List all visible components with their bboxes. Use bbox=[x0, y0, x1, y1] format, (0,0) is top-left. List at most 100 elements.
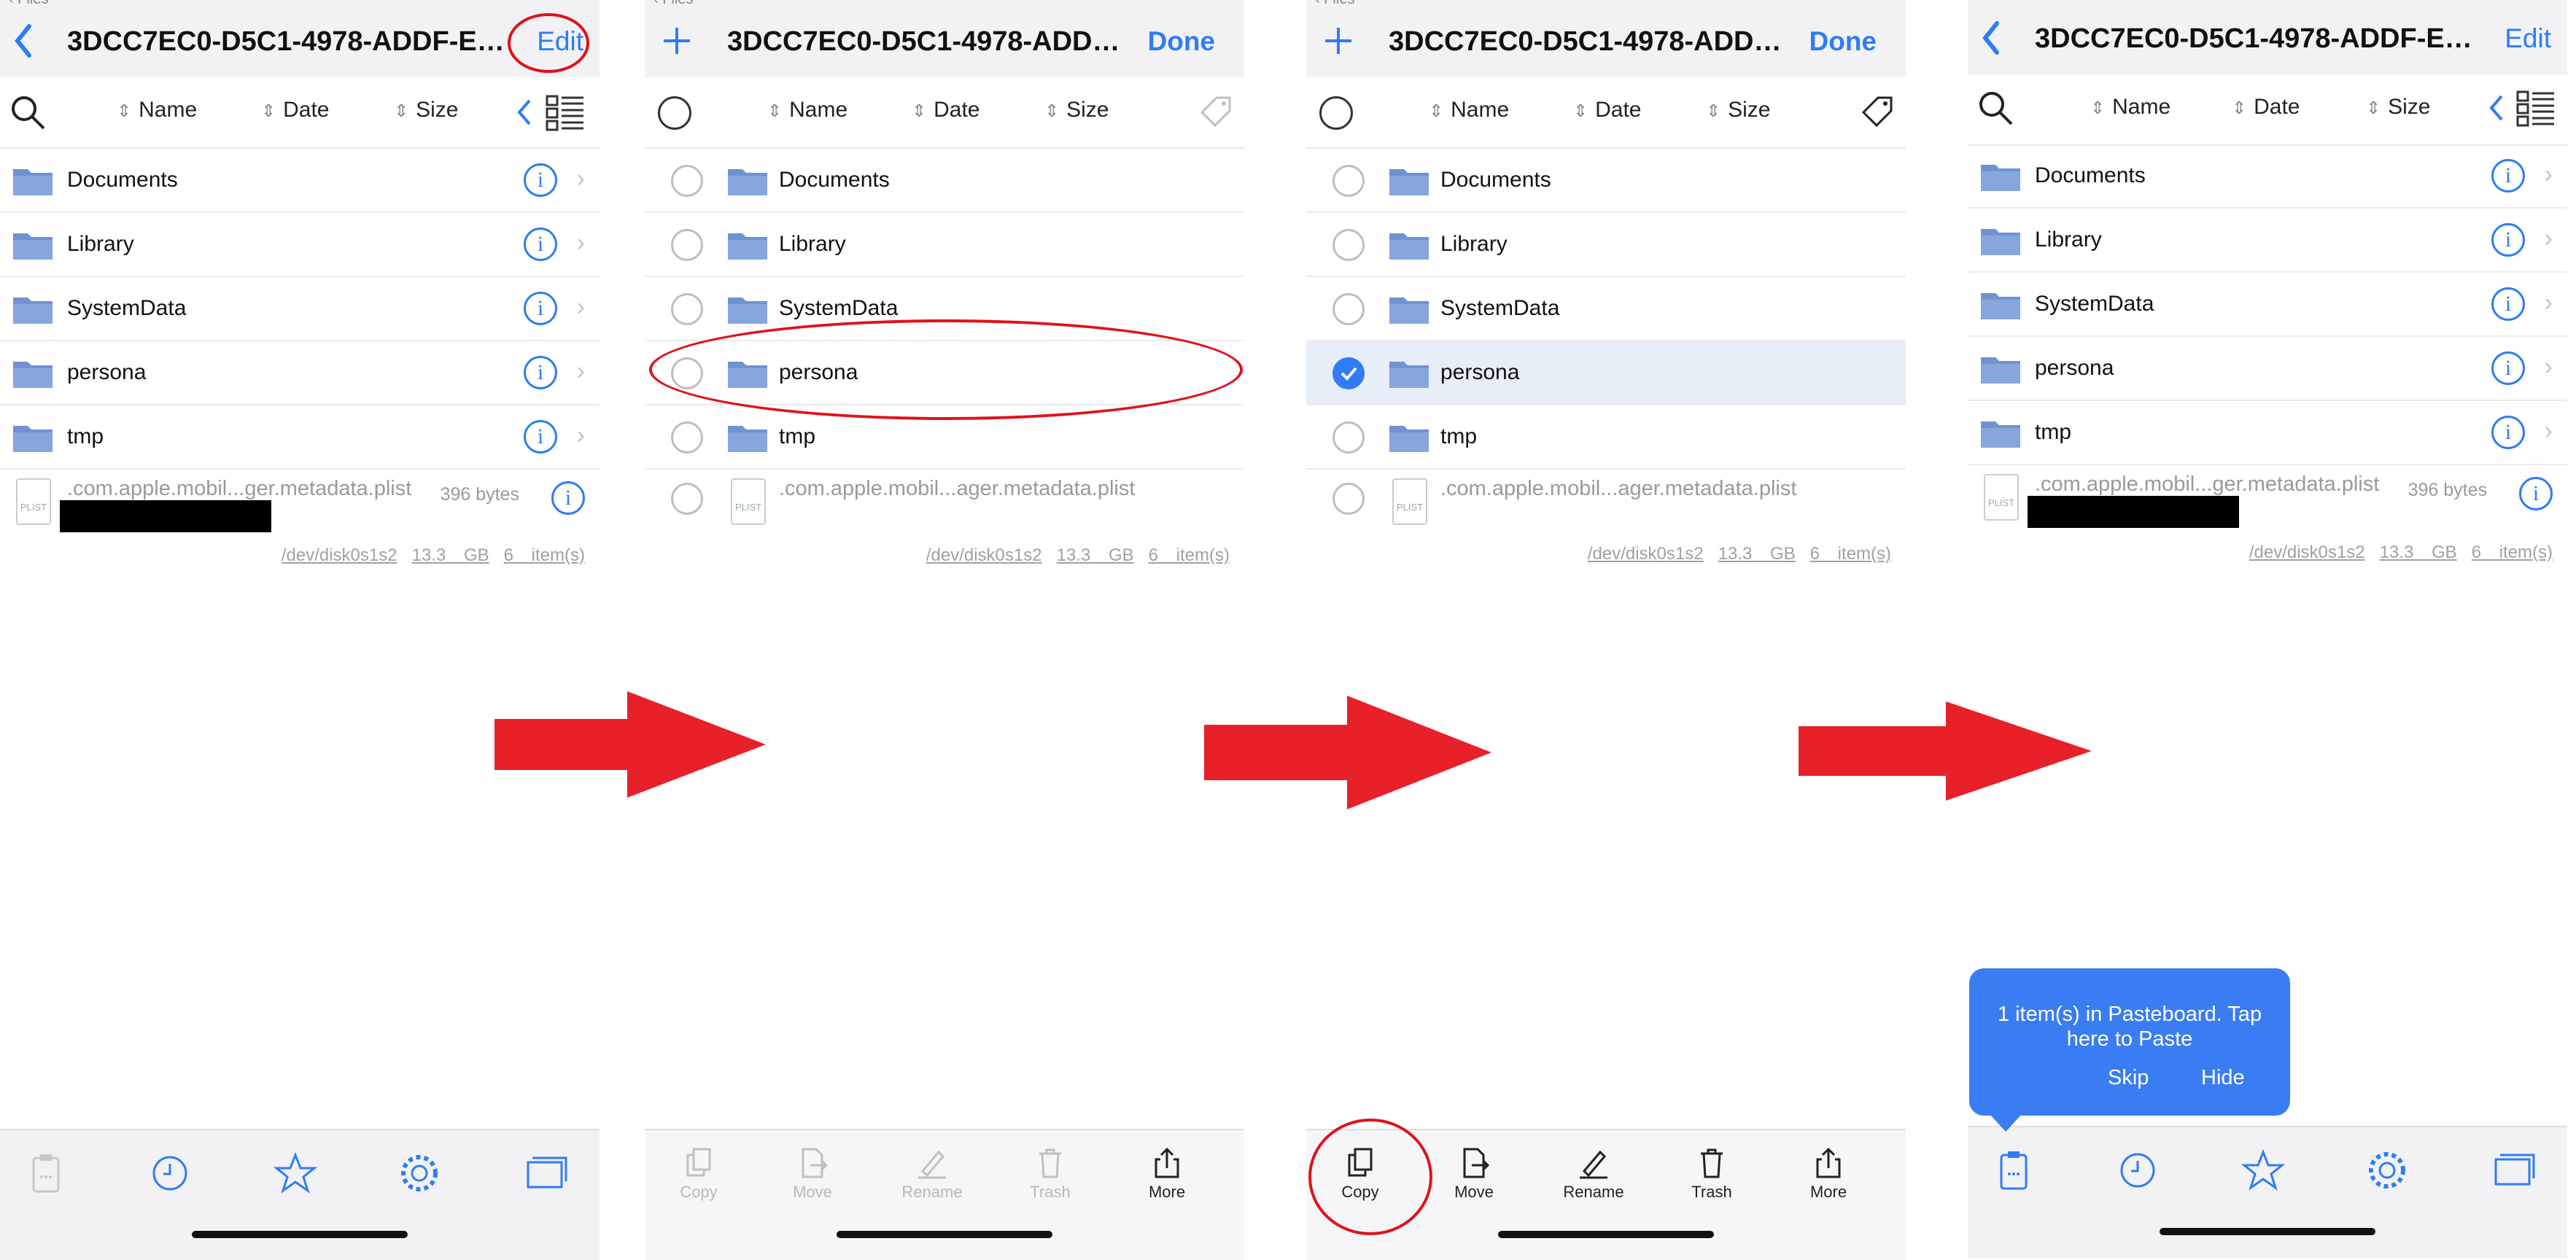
capacity[interactable]: 13.3 GB bbox=[2380, 542, 2457, 562]
sort-size-button[interactable]: ⇕ Size bbox=[1706, 98, 1770, 122]
list-item[interactable]: tmp i › bbox=[1968, 401, 2567, 465]
capacity[interactable]: 13.3 GB bbox=[1718, 544, 1796, 564]
sort-date-button[interactable]: ⇕ Date bbox=[2232, 95, 2300, 120]
select-toggle[interactable] bbox=[1332, 421, 1365, 454]
sort-size-button[interactable]: ⇕ Size bbox=[2366, 95, 2430, 120]
skip-button[interactable]: Skip bbox=[2108, 1066, 2149, 1090]
sort-date-button[interactable]: ⇕ Date bbox=[912, 98, 979, 122]
list-item[interactable]: Documents i › bbox=[1968, 144, 2567, 209]
select-toggle[interactable] bbox=[1332, 229, 1365, 261]
select-toggle[interactable] bbox=[671, 293, 703, 325]
toast-message[interactable]: 1 item(s) in Pasteboard. Tap here to Pas… bbox=[1991, 1002, 2268, 1051]
gear-icon[interactable] bbox=[394, 1148, 445, 1199]
device-path[interactable]: /dev/disk0s1s2 bbox=[1588, 544, 1704, 564]
windows-icon[interactable] bbox=[519, 1148, 570, 1199]
info-icon[interactable]: i bbox=[524, 420, 557, 454]
plus-icon[interactable] bbox=[661, 25, 693, 57]
list-item[interactable]: Library bbox=[645, 213, 1244, 277]
move-button[interactable]: Move bbox=[1438, 1146, 1510, 1202]
list-item[interactable]: tmp bbox=[1306, 405, 1906, 470]
tag-icon[interactable] bbox=[1859, 93, 1896, 130]
info-icon[interactable]: i bbox=[2491, 223, 2525, 257]
list-item[interactable]: PLIST .com.apple.mobil...ger.metadata.pl… bbox=[0, 470, 600, 550]
checkmark-icon[interactable] bbox=[1332, 357, 1365, 389]
rename-button[interactable]: Rename bbox=[896, 1146, 969, 1202]
chevron-left-icon[interactable] bbox=[1978, 16, 2004, 60]
select-toggle[interactable] bbox=[1332, 293, 1365, 325]
list-item[interactable]: Library i › bbox=[1968, 209, 2567, 273]
capacity[interactable]: 13.3 GB bbox=[1057, 545, 1134, 565]
list-view-icon[interactable] bbox=[546, 95, 585, 131]
list-item[interactable]: SystemData i › bbox=[0, 277, 600, 341]
hide-button[interactable]: Hide bbox=[2201, 1066, 2245, 1090]
chevron-left-icon[interactable] bbox=[10, 19, 36, 63]
select-all-toggle[interactable] bbox=[658, 96, 691, 130]
info-icon[interactable]: i bbox=[524, 292, 557, 325]
more-button[interactable]: More bbox=[1792, 1146, 1865, 1202]
list-item-selected[interactable]: persona bbox=[1306, 341, 1906, 405]
info-icon[interactable]: i bbox=[2491, 416, 2525, 449]
sort-name-button[interactable]: ⇕ Name bbox=[767, 98, 847, 122]
device-path[interactable]: /dev/disk0s1s2 bbox=[282, 545, 397, 565]
pasteboard-toast[interactable]: 1 item(s) in Pasteboard. Tap here to Pas… bbox=[1969, 968, 2290, 1116]
list-item[interactable]: Library bbox=[1306, 213, 1906, 277]
plus-icon[interactable] bbox=[1322, 25, 1354, 57]
clipboard-icon[interactable] bbox=[1988, 1145, 2039, 1196]
star-icon[interactable] bbox=[2238, 1145, 2289, 1196]
more-button[interactable]: More bbox=[1130, 1146, 1203, 1202]
list-item[interactable]: PLIST .com.apple.mobil...ger.metadata.pl… bbox=[1968, 465, 2567, 545]
item-count[interactable]: 6 item(s) bbox=[2472, 542, 2553, 562]
list-item[interactable]: Documents i › bbox=[0, 149, 600, 213]
chevron-left-icon[interactable] bbox=[2487, 92, 2506, 124]
list-item[interactable]: PLIST .com.apple.mobil...ager.metadata.p… bbox=[645, 470, 1244, 550]
info-icon[interactable]: i bbox=[524, 163, 557, 197]
rename-button[interactable]: Rename bbox=[1557, 1146, 1630, 1202]
info-icon[interactable]: i bbox=[524, 228, 557, 261]
sort-date-button[interactable]: ⇕ Date bbox=[1573, 98, 1641, 122]
list-item[interactable]: Documents bbox=[1306, 149, 1906, 213]
clock-icon[interactable] bbox=[2112, 1145, 2163, 1196]
list-item[interactable]: Library i › bbox=[0, 213, 600, 277]
sort-name-button[interactable]: ⇕ Name bbox=[2090, 95, 2170, 120]
star-icon[interactable] bbox=[270, 1148, 321, 1199]
select-toggle[interactable] bbox=[1332, 165, 1365, 197]
info-icon[interactable]: i bbox=[2519, 477, 2553, 510]
select-toggle[interactable] bbox=[671, 229, 703, 261]
files-back-link[interactable]: ‹ Files bbox=[1315, 0, 1354, 8]
info-icon[interactable]: i bbox=[2491, 351, 2525, 385]
search-icon[interactable] bbox=[9, 93, 47, 131]
list-item[interactable]: Documents bbox=[645, 149, 1244, 213]
list-view-icon[interactable] bbox=[2516, 90, 2556, 127]
device-path[interactable]: /dev/disk0s1s2 bbox=[2249, 542, 2365, 562]
device-path[interactable]: /dev/disk0s1s2 bbox=[926, 545, 1042, 565]
capacity[interactable]: 13.3 GB bbox=[412, 545, 489, 565]
sort-date-button[interactable]: ⇕ Date bbox=[261, 98, 329, 122]
windows-icon[interactable] bbox=[2487, 1145, 2538, 1196]
clipboard-icon[interactable] bbox=[20, 1148, 71, 1199]
item-count[interactable]: 6 item(s) bbox=[504, 545, 585, 565]
item-count[interactable]: 6 item(s) bbox=[1810, 544, 1891, 564]
sort-name-button[interactable]: ⇕ Name bbox=[1429, 98, 1509, 122]
select-toggle[interactable] bbox=[671, 421, 703, 454]
move-button[interactable]: Move bbox=[776, 1146, 849, 1202]
sort-name-button[interactable]: ⇕ Name bbox=[117, 98, 197, 122]
info-icon[interactable]: i bbox=[2491, 159, 2525, 192]
info-icon[interactable]: i bbox=[524, 356, 557, 389]
list-item[interactable]: SystemData bbox=[1306, 277, 1906, 341]
item-count[interactable]: 6 item(s) bbox=[1149, 545, 1230, 565]
files-back-link[interactable]: ‹ Files bbox=[653, 0, 693, 8]
list-item[interactable]: PLIST .com.apple.mobil...ager.metadata.p… bbox=[1306, 470, 1906, 550]
search-icon[interactable] bbox=[1976, 89, 2014, 127]
list-item[interactable]: SystemData i › bbox=[1968, 273, 2567, 337]
sort-size-button[interactable]: ⇕ Size bbox=[394, 98, 458, 122]
done-button[interactable]: Done bbox=[1148, 26, 1216, 57]
list-item[interactable]: persona i › bbox=[0, 341, 600, 405]
files-back-link[interactable]: ‹ Files bbox=[9, 0, 48, 8]
list-item[interactable]: tmp i › bbox=[0, 405, 600, 470]
chevron-left-icon[interactable] bbox=[515, 96, 534, 128]
select-toggle[interactable] bbox=[1332, 483, 1365, 515]
trash-button[interactable]: Trash bbox=[1675, 1146, 1748, 1202]
sort-size-button[interactable]: ⇕ Size bbox=[1044, 98, 1109, 122]
list-item[interactable]: persona i › bbox=[1968, 337, 2567, 401]
trash-button[interactable]: Trash bbox=[1014, 1146, 1087, 1202]
